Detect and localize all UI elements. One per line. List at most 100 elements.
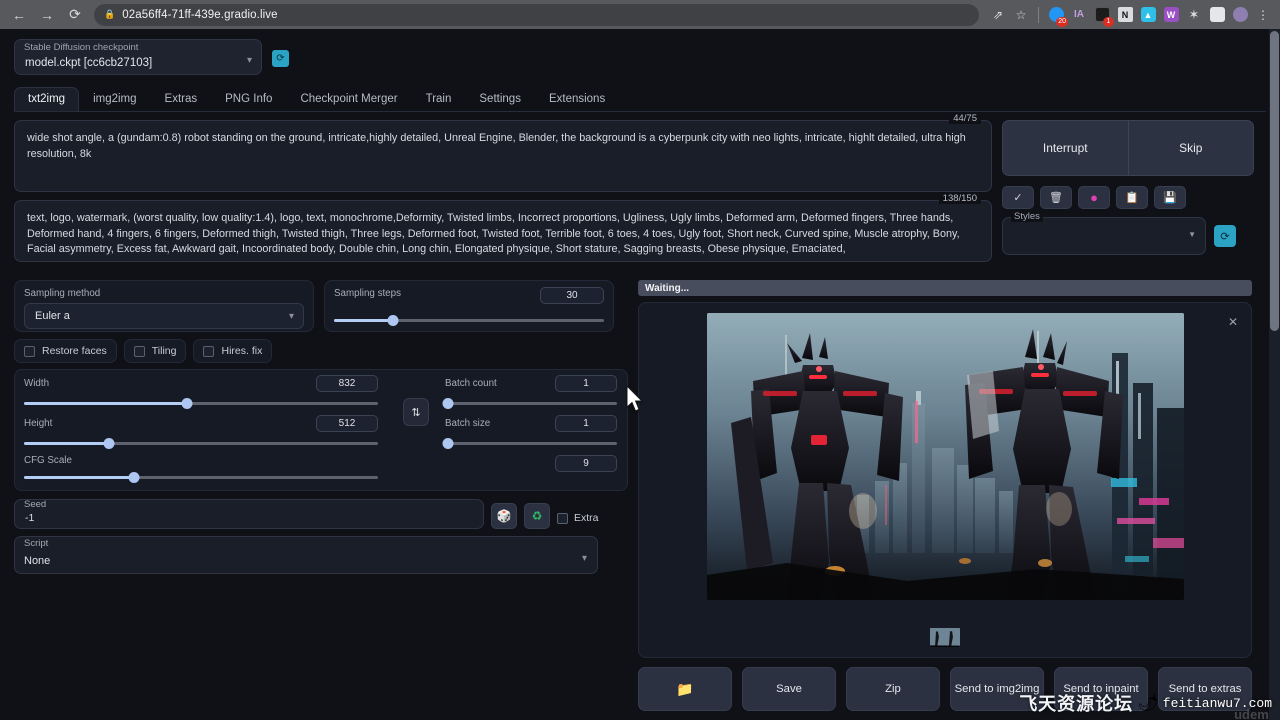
profile-avatar[interactable] [1229, 4, 1251, 26]
checkpoint-value: model.ckpt [cc6cb27103] [25, 57, 152, 69]
forward-arrow-icon[interactable]: → [34, 3, 60, 27]
width-slider[interactable] [24, 398, 378, 409]
hires-fix-checkbox[interactable] [203, 346, 214, 357]
cfg-value-head: 9 [445, 455, 617, 472]
seed-field[interactable]: Seed -1 [14, 499, 484, 529]
sampling-method-select[interactable]: Euler a ▾ [24, 303, 304, 329]
page-scrollbar[interactable] [1269, 29, 1280, 720]
open-folder-button[interactable]: 📁 [638, 667, 732, 711]
seed-input[interactable]: -1 [25, 512, 34, 524]
tiling-toggle[interactable]: Tiling [124, 339, 187, 363]
refresh-checkpoints-button[interactable]: ⟳ [272, 50, 289, 67]
script-label: Script [24, 538, 48, 549]
negative-prompt-input[interactable]: text, logo, watermark, (worst quality, l… [27, 211, 979, 258]
generated-image[interactable] [707, 313, 1184, 600]
width-value[interactable]: 832 [316, 375, 378, 392]
zip-button[interactable]: Zip [846, 667, 940, 711]
notion-extension-icon[interactable]: N [1114, 4, 1136, 26]
result-column: Waiting... ✕ [638, 280, 1252, 711]
kebab-menu-icon[interactable]: ⋮ [1252, 4, 1274, 26]
save-button[interactable]: Save [742, 667, 836, 711]
magenta-dot-icon[interactable]: ● [1078, 186, 1110, 209]
batch-size-value[interactable]: 1 [555, 415, 617, 432]
arrow-up-paste-icon[interactable]: ✓ [1002, 186, 1034, 209]
dark-reader-extension-icon[interactable]: 1 [1091, 4, 1113, 26]
tiling-checkbox[interactable] [134, 346, 145, 357]
scrollbar-thumb[interactable] [1270, 31, 1279, 331]
back-arrow-icon[interactable]: ← [6, 3, 32, 27]
save-style-icon[interactable]: 💾 [1154, 186, 1186, 209]
slider-fill [24, 402, 187, 405]
tab-extensions[interactable]: Extensions [535, 88, 619, 111]
cfg-head: CFG Scale [24, 455, 378, 466]
ia-extension-icon[interactable]: IA [1068, 4, 1090, 26]
sampling-steps-slider[interactable] [334, 315, 604, 326]
slider-thumb[interactable] [443, 438, 454, 449]
tab-extras[interactable]: Extras [151, 88, 212, 111]
puzzle-extension-icon[interactable]: ✶ [1183, 4, 1205, 26]
swap-vertical-icon[interactable]: ⇅ [403, 398, 429, 426]
height-slider[interactable] [24, 438, 378, 449]
seed-label: Seed [24, 499, 46, 510]
extra-checkbox[interactable] [557, 513, 568, 524]
trash-icon[interactable]: 🗑 [1040, 186, 1072, 209]
tab-checkpoint-merger[interactable]: Checkpoint Merger [286, 88, 411, 111]
send-to-inpaint-button[interactable]: Send to inpaint [1054, 667, 1148, 711]
chevron-down-icon: ▾ [247, 55, 252, 66]
height-head: Height 512 [24, 415, 378, 432]
sync-extension-icon[interactable]: 20 [1045, 4, 1067, 26]
styles-dropdown[interactable]: Styles ▼ [1002, 217, 1206, 255]
tab-txt2img[interactable]: txt2img [14, 87, 79, 111]
recycle-icon[interactable]: ♻ [524, 503, 550, 529]
dimensions-panel: Width 832 Height 512 [14, 369, 628, 491]
thumbnail-item[interactable] [930, 628, 960, 647]
refresh-styles-button[interactable]: ⟳ [1214, 225, 1236, 247]
batch-size-label: Batch size [445, 418, 490, 429]
gallery-thumbnails [639, 628, 1251, 647]
positive-prompt-box[interactable]: 44/75 wide shot angle, a (gundam:0.8) ro… [14, 120, 992, 192]
slider-thumb[interactable] [103, 438, 114, 449]
send-to-img2img-button[interactable]: Send to img2img [950, 667, 1044, 711]
negative-prompt-box[interactable]: 138/150 text, logo, watermark, (worst qu… [14, 200, 992, 262]
slider-thumb[interactable] [388, 315, 399, 326]
batch-count-slider[interactable] [445, 398, 617, 409]
batch-size-slider[interactable] [445, 438, 617, 449]
skip-button[interactable]: Skip [1129, 121, 1254, 175]
positive-prompt-input[interactable]: wide shot angle, a (gundam:0.8) robot st… [27, 131, 979, 162]
restore-faces-checkbox[interactable] [24, 346, 35, 357]
clipboard-icon[interactable]: 📋 [1116, 186, 1148, 209]
batch-count-value[interactable]: 1 [555, 375, 617, 392]
image-artwork [707, 313, 1184, 600]
checkpoint-dropdown[interactable]: Stable Diffusion checkpoint model.ckpt [… [14, 39, 262, 75]
send-to-extras-button[interactable]: Send to extras [1158, 667, 1252, 711]
cfg-scale-slider[interactable] [24, 472, 378, 483]
star-icon[interactable]: ☆ [1010, 4, 1032, 26]
address-bar[interactable]: 🔒 02a56ff4-71ff-439e.gradio.live [94, 4, 979, 26]
script-dropdown[interactable]: Script None ▾ [14, 536, 598, 574]
sampling-steps-value[interactable]: 30 [540, 287, 604, 304]
office-extension-icon[interactable]: W [1160, 4, 1182, 26]
share-icon[interactable]: ⇗ [987, 4, 1009, 26]
tab-img2img[interactable]: img2img [79, 88, 150, 111]
tab-settings[interactable]: Settings [465, 88, 535, 111]
restore-faces-toggle[interactable]: Restore faces [14, 339, 117, 363]
height-value[interactable]: 512 [316, 415, 378, 432]
interrupt-button[interactable]: Interrupt [1003, 121, 1128, 175]
sidebar-extension-icon[interactable] [1206, 4, 1228, 26]
width-head: Width 832 [24, 375, 378, 392]
extra-toggle[interactable]: Extra [557, 512, 599, 524]
slider-thumb[interactable] [443, 398, 454, 409]
dice-icon[interactable]: 🎲 [491, 503, 517, 529]
slider-thumb[interactable] [128, 472, 139, 483]
tab-train[interactable]: Train [412, 88, 466, 111]
cfg-scale-value[interactable]: 9 [555, 455, 617, 472]
slider-thumb[interactable] [181, 398, 192, 409]
screenshot-extension-icon[interactable]: ▲ [1137, 4, 1159, 26]
reload-icon[interactable]: ⟳ [62, 3, 88, 27]
hires-fix-toggle[interactable]: Hires. fix [193, 339, 272, 363]
slider-track [445, 442, 617, 445]
dimensions-left: Width 832 Height 512 [15, 370, 387, 490]
close-icon[interactable]: ✕ [1228, 315, 1238, 329]
tab-png-info[interactable]: PNG Info [211, 88, 286, 111]
width-label: Width [24, 378, 49, 389]
